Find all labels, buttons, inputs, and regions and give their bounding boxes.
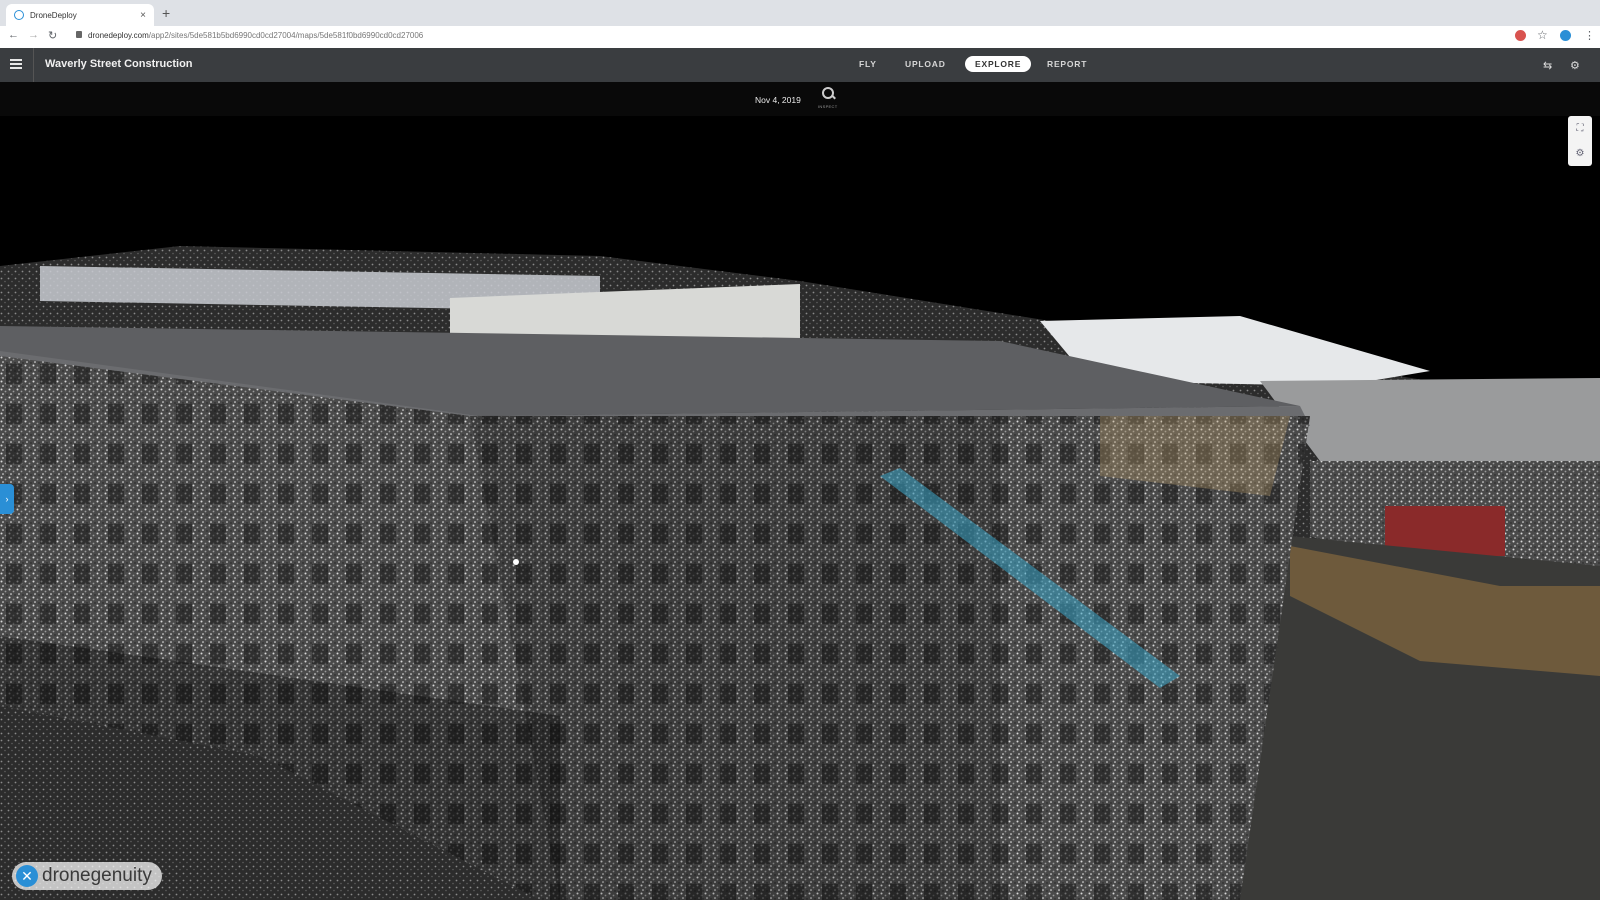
reload-icon[interactable]: ↻ [48, 29, 57, 42]
lock-icon [76, 31, 82, 38]
cursor-dot [513, 559, 519, 565]
side-panel-toggle[interactable]: › [0, 484, 14, 514]
magnifier-handle [831, 94, 836, 100]
viewer-tool-panel: ⛶ ⚙ [1568, 116, 1592, 166]
bookmark-star-icon[interactable]: ☆ [1537, 28, 1548, 42]
browser-menu-icon[interactable]: ⋮ [1584, 29, 1595, 42]
browser-tab-title: DroneDeploy [30, 10, 77, 20]
tab-upload[interactable]: UPLOAD [905, 59, 946, 69]
tab-fly[interactable]: FLY [859, 59, 877, 69]
dronedeploy-favicon-icon [14, 10, 24, 20]
inspect-label: INSPECT [818, 104, 838, 109]
point-cloud-viewer[interactable] [0, 116, 1600, 900]
fullscreen-icon[interactable]: ⛶ [1577, 123, 1584, 134]
browser-tab-strip: DroneDeploy × + [0, 0, 1600, 26]
share-users-icon[interactable]: ⇆ [1543, 59, 1552, 72]
profile-avatar-icon[interactable] [1560, 30, 1571, 41]
dronegenuity-logo: ✕ dronegenuity [12, 862, 162, 890]
url-field[interactable]: dronedeploy.com/app2/sites/5de581b5bd699… [88, 31, 423, 40]
tab-report[interactable]: REPORT [1047, 59, 1087, 69]
new-tab-button[interactable]: + [162, 5, 170, 21]
extension-icon[interactable] [1515, 30, 1526, 41]
browser-address-bar: ← → ↻ dronedeploy.com/app2/sites/5de581b… [0, 26, 1600, 49]
close-tab-icon[interactable]: × [140, 10, 146, 21]
app-header: Waverly Street Construction FLY UPLOAD E… [0, 48, 1600, 82]
forward-icon[interactable]: → [28, 29, 39, 41]
tab-explore[interactable]: EXPLORE [965, 56, 1032, 72]
url-domain: dronedeploy.com [88, 31, 149, 40]
back-icon[interactable]: ← [8, 29, 19, 41]
capture-date[interactable]: Nov 4, 2019 [755, 95, 801, 105]
point-cloud-scene [0, 116, 1600, 900]
browser-tab[interactable]: DroneDeploy × [6, 4, 154, 26]
settings-gear-icon[interactable]: ⚙ [1570, 59, 1580, 72]
site-title: Waverly Street Construction [45, 58, 193, 70]
dronegenuity-logo-icon: ✕ [16, 865, 38, 887]
inspect-button[interactable]: INSPECT [818, 87, 840, 111]
header-divider [33, 48, 34, 82]
logo-wordmark: dronegenuity [42, 865, 152, 886]
timeline-bar: Nov 4, 2019 INSPECT [0, 82, 1600, 116]
hamburger-icon[interactable] [10, 59, 22, 69]
view-settings-icon[interactable]: ⚙ [1576, 148, 1585, 159]
url-path: /app2/sites/5de581b5bd6990cd0cd27004/map… [148, 31, 424, 40]
